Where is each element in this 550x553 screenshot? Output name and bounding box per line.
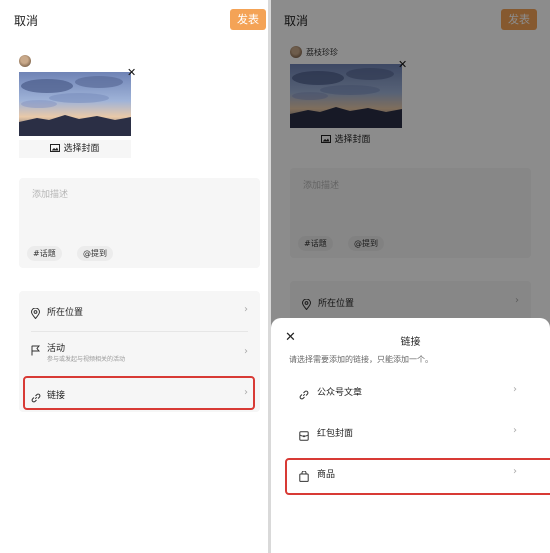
location-label: 所在位置 bbox=[47, 308, 84, 318]
description-area[interactable]: 添加描述 #话题 @提到 bbox=[19, 178, 260, 268]
select-cover-label: 选择封面 bbox=[63, 144, 100, 154]
activity-label: 活动 bbox=[47, 344, 66, 354]
publish-button[interactable]: 发表 bbox=[230, 9, 266, 30]
sheet-description: 请选择需要添加的链接，只能添加一个。 bbox=[289, 355, 433, 364]
chevron-right-icon: › bbox=[244, 304, 248, 315]
link-row-highlight bbox=[23, 376, 255, 410]
activity-sublabel: 参与或发起与视频相关的活动 bbox=[47, 356, 126, 363]
location-pin-icon bbox=[30, 304, 41, 323]
left-screen-post-editor: 取消 发表 ✕ 选择封面 添加描述 #话题 @提到 所在位置 › 活动 参与或发… bbox=[0, 0, 268, 553]
flag-icon bbox=[31, 341, 41, 360]
red-envelope-icon bbox=[299, 426, 309, 445]
image-icon bbox=[50, 141, 61, 159]
product-row-highlight bbox=[285, 458, 550, 495]
chevron-right-icon: › bbox=[513, 384, 517, 395]
link-bottom-sheet: ✕ 链接 请选择需要添加的链接，只能添加一个。 公众号文章 › 红包封面 › 商… bbox=[271, 318, 550, 553]
option-official-account-article[interactable]: 公众号文章 › bbox=[271, 376, 550, 406]
topic-tag-button[interactable]: #话题 bbox=[27, 246, 62, 261]
activity-row[interactable]: 活动 参与或发起与视频相关的活动 › bbox=[19, 332, 260, 374]
sky-photo bbox=[19, 72, 131, 136]
description-placeholder: 添加描述 bbox=[32, 190, 69, 200]
avatar bbox=[19, 55, 31, 67]
option-label: 公众号文章 bbox=[317, 388, 363, 398]
option-red-envelope-cover[interactable]: 红包封面 › bbox=[271, 417, 550, 447]
close-icon[interactable]: ✕ bbox=[127, 67, 136, 78]
select-cover-button[interactable]: 选择封面 bbox=[19, 140, 131, 158]
chevron-right-icon: › bbox=[513, 425, 517, 436]
link-icon bbox=[299, 385, 309, 404]
chevron-right-icon: › bbox=[244, 346, 248, 357]
right-screen-link-sheet: 取消 发表 荔枝珍珍 ✕ 选择封面 添加描述 #话题 @提到 所在位置 › ✕ … bbox=[271, 0, 550, 553]
video-thumbnail[interactable] bbox=[19, 72, 131, 136]
option-label: 红包封面 bbox=[317, 429, 354, 439]
cancel-button[interactable]: 取消 bbox=[14, 12, 38, 29]
sheet-title: 链接 bbox=[400, 337, 421, 348]
location-row[interactable]: 所在位置 › bbox=[19, 291, 260, 331]
mention-tag-button[interactable]: @提到 bbox=[77, 246, 113, 261]
